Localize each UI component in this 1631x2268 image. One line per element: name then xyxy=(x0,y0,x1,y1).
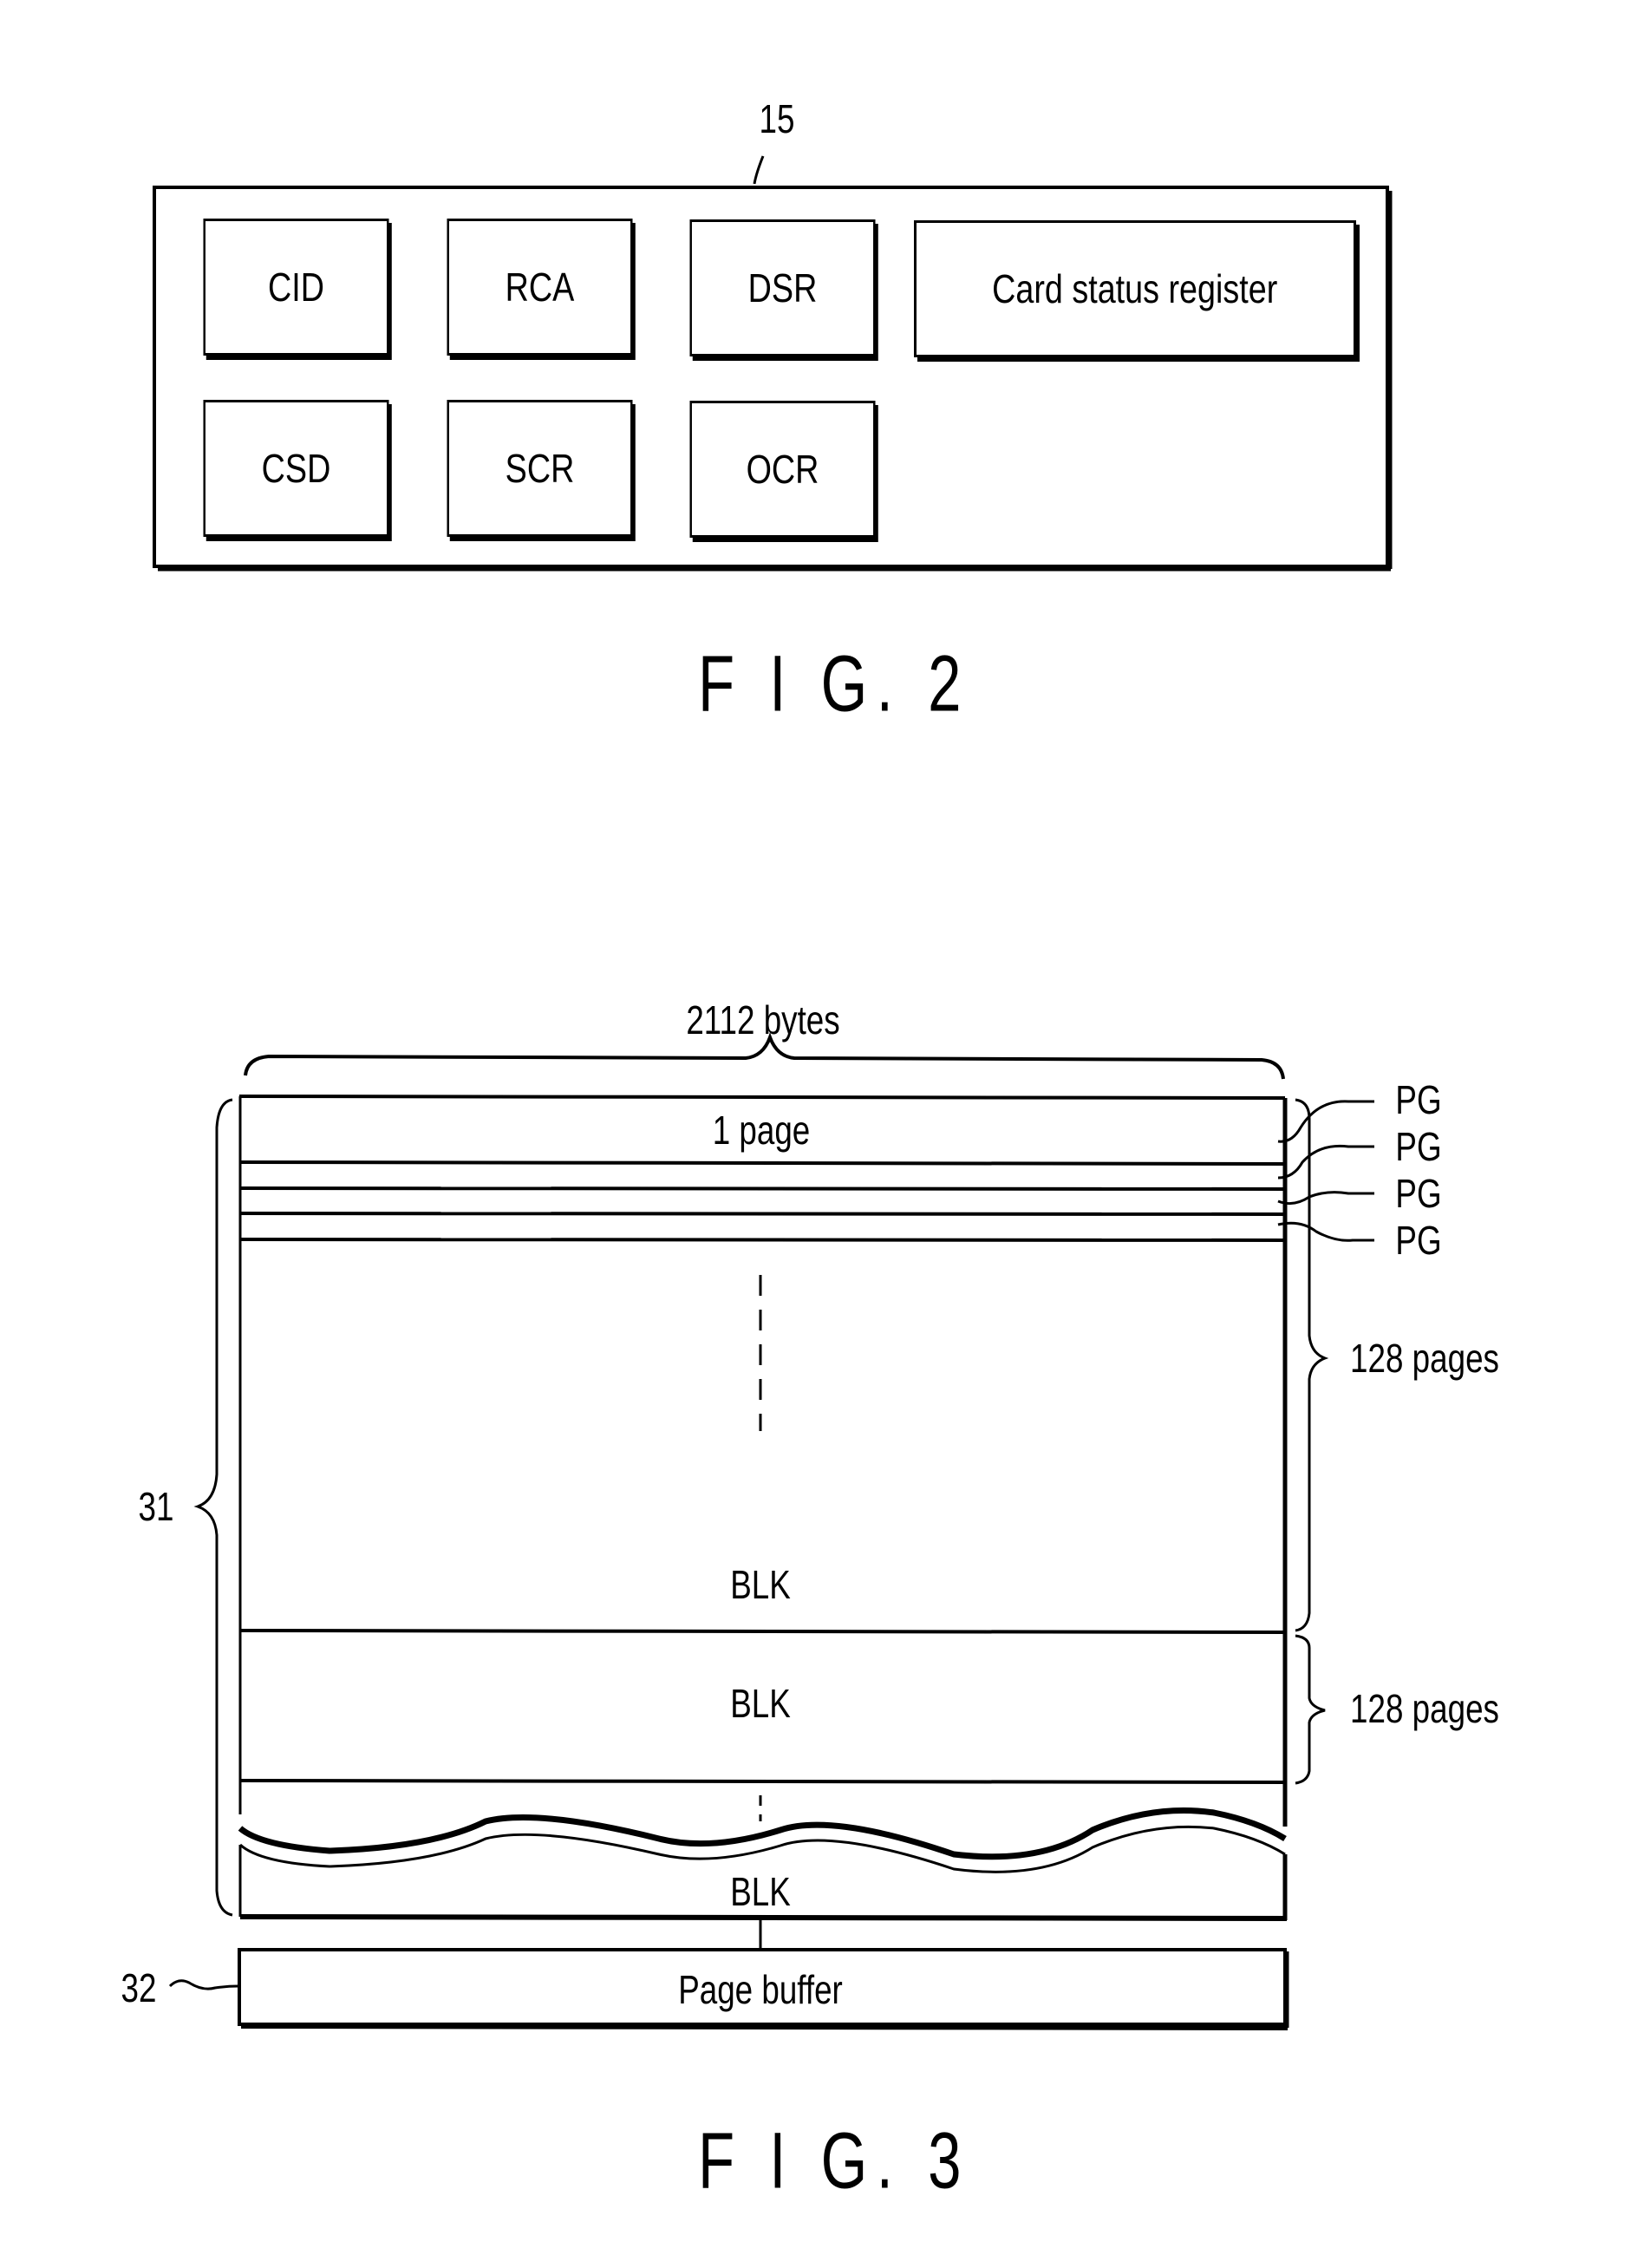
page-line xyxy=(239,1238,1286,1242)
block-line xyxy=(239,1779,1286,1784)
block-label: BLK xyxy=(730,1869,791,1914)
pg-ref: PG xyxy=(1395,1218,1442,1263)
width-label: 2112 bytes xyxy=(686,997,840,1042)
page-buffer-label: Page buffer xyxy=(678,1967,843,2012)
block-label: BLK xyxy=(730,1562,791,1607)
memory-brace xyxy=(193,1098,233,1917)
pg-ref: PG xyxy=(1395,1171,1442,1216)
pg-leader xyxy=(1277,1144,1374,1180)
page-line xyxy=(239,1212,1286,1216)
ref-31: 31 xyxy=(138,1484,174,1529)
array-bottom xyxy=(239,1914,1288,1921)
width-brace xyxy=(244,1032,1285,1080)
ref-32-leader xyxy=(168,1979,238,1990)
page-line xyxy=(239,1160,1286,1166)
pages-per-block-label: 128 pages xyxy=(1350,1686,1499,1731)
block-label: BLK xyxy=(730,1681,791,1726)
pages-per-block-label: 128 pages xyxy=(1350,1336,1499,1381)
fig3-caption: F I G. 3 xyxy=(697,2116,971,2206)
array-top xyxy=(238,1095,1286,1100)
pg-leader xyxy=(1277,1191,1374,1206)
fig3-lines xyxy=(168,1032,1374,2030)
pg-ref: PG xyxy=(1395,1124,1442,1169)
pg-leader xyxy=(1277,1100,1374,1143)
block-line xyxy=(239,1629,1286,1634)
ref-32: 32 xyxy=(121,1965,157,2010)
page-line xyxy=(239,1186,1286,1191)
pg-leader xyxy=(1277,1221,1374,1242)
pg-ref: PG xyxy=(1395,1077,1442,1122)
block-brace xyxy=(1295,1098,1329,1632)
page-label: 1 page xyxy=(712,1108,811,1153)
block-brace xyxy=(1295,1634,1326,1785)
